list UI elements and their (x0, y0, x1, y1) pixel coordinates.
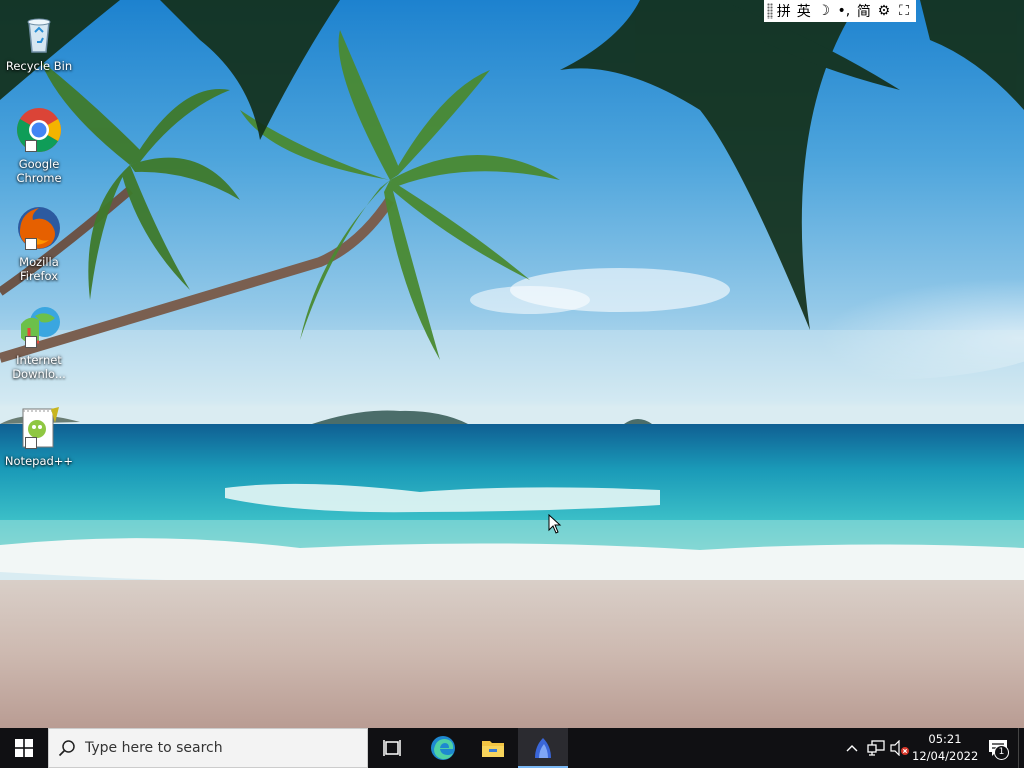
desktop-icon-recycle-bin[interactable]: Recycle Bin (2, 8, 76, 73)
expand-icon[interactable]: ⛶ (895, 3, 913, 19)
file-explorer-icon (482, 741, 504, 757)
show-hidden-icons-button[interactable] (840, 728, 864, 768)
ime-toolbar[interactable]: 拼 英 ☽ •, 简 ⚙ ⛶ (764, 0, 916, 22)
firefox-icon (15, 204, 63, 252)
clock-time: 05:21 (928, 732, 962, 746)
desktop-icon-label: Internet Downlo... (12, 353, 66, 381)
simplified-chinese-icon[interactable]: 简 (855, 1, 873, 21)
desktop-icon-label: Notepad++ (4, 454, 74, 468)
network-button[interactable] (864, 728, 888, 768)
taskbar-clock[interactable]: 05:21 12/04/2022 (912, 731, 978, 765)
taskbar-search-box[interactable]: Type here to search (48, 728, 368, 768)
mouse-cursor-icon (548, 514, 562, 534)
desktop-icon-label: Mozilla Firefox (19, 255, 59, 283)
desktop-icon-label: Recycle Bin (5, 59, 73, 73)
punctuation-icon[interactable]: •, (835, 3, 853, 19)
search-placeholder: Type here to search (85, 740, 223, 756)
shortcut-arrow-icon (25, 336, 37, 348)
action-center-button[interactable]: 1 (978, 728, 1018, 768)
taskbar-file-explorer-button[interactable] (468, 728, 518, 768)
shortcut-arrow-icon (25, 140, 37, 152)
chevron-up-icon (846, 745, 858, 752)
shortcut-arrow-icon (25, 437, 37, 449)
volume-button[interactable] (888, 728, 912, 768)
settings-gear-icon[interactable]: ⚙ (875, 3, 893, 19)
notification-count-badge: 1 (994, 745, 1009, 760)
recycle-bin-icon (15, 8, 63, 56)
desktop-icon-notepad-plus-plus[interactable]: Notepad++ (2, 403, 76, 468)
task-view-button[interactable] (368, 728, 418, 768)
idm-icon (15, 302, 63, 350)
start-button[interactable] (0, 728, 48, 768)
app-icon-active (535, 738, 551, 758)
show-desktop-button[interactable] (1018, 728, 1024, 768)
taskbar: Type here to search 05:21 12/04/2022 1 (0, 728, 1024, 768)
english-mode-icon[interactable]: 英 (795, 1, 813, 21)
taskbar-active-app-button[interactable] (518, 728, 568, 768)
windows-logo-icon (15, 739, 33, 757)
desktop-icon-internet-download-manager[interactable]: Internet Downlo... (2, 302, 76, 381)
desktop-icon-google-chrome[interactable]: Google Chrome (2, 106, 76, 185)
network-icon (867, 740, 885, 756)
taskbar-edge-button[interactable] (418, 728, 468, 768)
clock-date: 12/04/2022 (912, 749, 979, 763)
notepad-plus-plus-icon (15, 403, 63, 451)
ime-drag-handle[interactable] (767, 3, 773, 19)
beach-wallpaper (0, 0, 1024, 728)
task-view-icon (383, 740, 401, 756)
desktop-wallpaper[interactable]: Recycle Bin Google Chrome Mozilla Firefo… (0, 0, 1024, 728)
shortcut-arrow-icon (25, 238, 37, 250)
volume-muted-icon (890, 740, 909, 756)
desktop-icon-mozilla-firefox[interactable]: Mozilla Firefox (2, 204, 76, 283)
chrome-icon (15, 106, 63, 154)
pinyin-mode-icon[interactable]: 拼 (775, 1, 793, 21)
edge-icon (431, 736, 455, 760)
search-icon (49, 739, 85, 757)
system-tray: 05:21 12/04/2022 1 (840, 728, 1024, 768)
halfwidth-icon[interactable]: ☽ (815, 3, 833, 19)
desktop-icon-label: Google Chrome (16, 157, 62, 185)
